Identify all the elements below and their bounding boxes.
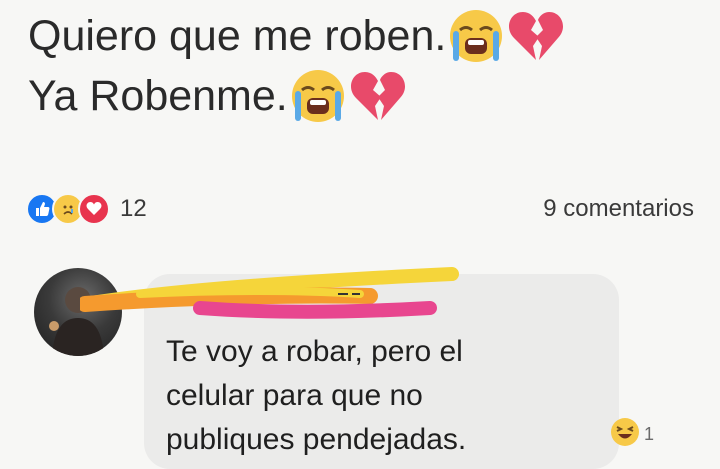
post-text: Quiero que me roben. Ya Robenme.: [28, 6, 566, 126]
facebook-post: Quiero que me roben. Ya Robenme. 12 9 co…: [0, 0, 720, 469]
reactions-summary[interactable]: 12: [26, 193, 147, 225]
crying-face-icon: [290, 68, 346, 124]
comments-count-link[interactable]: 9 comentarios: [543, 195, 694, 223]
comment-reaction-count: 1: [644, 424, 655, 444]
reactions-count: 12: [120, 195, 147, 222]
crying-face-icon: [448, 8, 504, 64]
post-line-1: Quiero que me roben.: [28, 6, 566, 66]
laughing-face-icon: [610, 417, 640, 452]
comment-reaction-badge[interactable]: 1: [610, 417, 654, 452]
post-line-2: Ya Robenme.: [28, 66, 566, 126]
censor-scribble: [80, 267, 459, 319]
comment-text: Te voy a robar, pero el celular para que…: [166, 335, 467, 456]
love-icon: [78, 193, 110, 225]
post-line-2-text: Ya Robenme.: [28, 72, 288, 120]
broken-heart-icon: [506, 8, 566, 64]
broken-heart-icon: [348, 68, 408, 124]
post-line-1-text: Quiero que me roben.: [28, 12, 447, 60]
